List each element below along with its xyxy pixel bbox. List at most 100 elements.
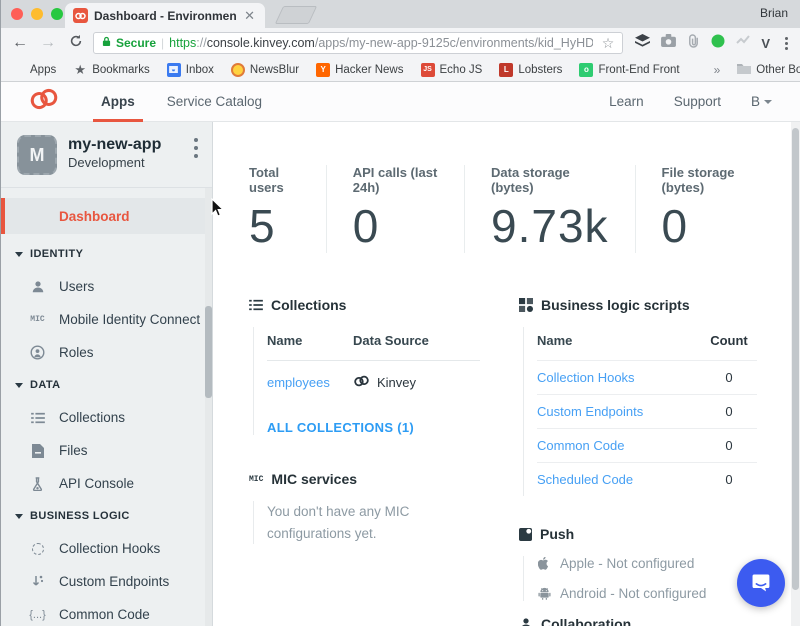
sidebar-item-collections[interactable]: Collections (1, 401, 212, 434)
account-menu[interactable]: B (751, 94, 772, 109)
vimium-extension-icon[interactable]: V (761, 36, 770, 51)
mic-empty-message: You don't have any MIC configurations ye… (267, 501, 479, 544)
sidebar-scrollbar-track[interactable] (205, 188, 212, 626)
lobsters-icon: L (499, 63, 513, 77)
intercom-chat-button[interactable] (737, 559, 785, 607)
sidebar-item-collection-hooks[interactable]: Collection Hooks (1, 532, 212, 565)
forward-icon: → (37, 35, 59, 51)
minimize-window-button[interactable] (31, 8, 43, 20)
page-scrollbar-track[interactable] (791, 122, 800, 626)
chrome-menu-icon[interactable] (781, 37, 792, 50)
endpoints-icon (29, 575, 46, 589)
sidebar-item-common-code[interactable]: Common Code (1, 598, 212, 626)
nav-support[interactable]: Support (674, 94, 721, 109)
table-row: employees Kinvey (267, 361, 480, 404)
app-options-icon[interactable] (194, 138, 198, 158)
green-dot-extension-icon[interactable] (711, 34, 725, 53)
sidebar-scrollbar-thumb[interactable] (205, 306, 212, 398)
col-header-name: Name (537, 333, 701, 348)
camera-extension-icon[interactable] (661, 34, 676, 52)
lock-icon (102, 34, 111, 52)
col-header-data-source: Data Source (353, 333, 429, 348)
bookmark-front-end-front[interactable]: o Front-End Front (579, 63, 679, 77)
collection-link-employees[interactable]: employees (267, 375, 330, 390)
roles-icon (29, 345, 46, 360)
layers-extension-icon[interactable] (635, 34, 650, 53)
nav-tab-service-catalog[interactable]: Service Catalog (151, 82, 278, 122)
close-window-button[interactable] (11, 8, 23, 20)
paperclip-extension-icon[interactable] (687, 34, 700, 53)
newsblur-icon (231, 63, 245, 77)
table-row: Custom Endpoints 0 (537, 395, 757, 429)
stat-data-storage: Data storage (bytes) 9.73k (464, 165, 635, 253)
apple-icon (537, 557, 551, 571)
sidebar-item-api-console[interactable]: API Console (1, 467, 212, 500)
browser-toolbar: ← → Secure | https://console.kinvey.com/… (1, 28, 800, 58)
tab-close-icon[interactable]: ✕ (242, 8, 257, 24)
kinvey-logo-icon[interactable] (29, 88, 59, 115)
url-text[interactable]: https://console.kinvey.com/apps/my-new-a… (169, 36, 593, 50)
back-icon[interactable]: ← (9, 35, 31, 51)
link-scheduled-code[interactable]: Scheduled Code (537, 472, 633, 487)
tab-title: Dashboard - Environment (94, 9, 236, 23)
sidebar-item-users[interactable]: Users (1, 270, 212, 303)
bookmark-bookmarks[interactable]: ★ Bookmarks (73, 63, 150, 77)
flask-icon (29, 477, 46, 491)
bookmark-star-icon[interactable]: ☆ (602, 35, 615, 52)
bookmark-newsblur[interactable]: NewsBlur (231, 63, 299, 77)
sidebar-item-roles[interactable]: Roles (1, 336, 212, 369)
stat-total-users: Total users 5 (249, 165, 326, 253)
chevron-down-icon (764, 100, 772, 104)
mic-icon (29, 315, 46, 324)
url-divider: | (161, 36, 164, 50)
sidebar-section-business-logic[interactable]: BUSINESS LOGIC (1, 500, 212, 532)
browser-profile-name[interactable]: Brian (760, 6, 788, 20)
android-icon (537, 587, 551, 600)
collections-section: Collections Name Data Source employees (249, 297, 519, 435)
stat-api-calls: API calls (last 24h) 0 (326, 165, 464, 253)
refresh-icon[interactable] (65, 34, 87, 52)
link-collection-hooks[interactable]: Collection Hooks (537, 370, 635, 385)
bookmark-lobsters[interactable]: L Lobsters (499, 63, 562, 77)
link-common-code[interactable]: Common Code (537, 438, 624, 453)
extension-icons: V (635, 34, 792, 53)
bookmark-echo-js[interactable]: JS Echo JS (421, 63, 483, 77)
browser-tab[interactable]: Dashboard - Environment ✕ (65, 3, 265, 28)
other-bookmarks[interactable]: Other Bookmarks (737, 63, 800, 77)
mouse-cursor (211, 198, 226, 224)
page-scrollbar-thumb[interactable] (792, 128, 799, 590)
business-logic-table: Name Count Collection Hooks 0 Custom End… (537, 327, 757, 496)
app-card[interactable]: M my-new-app Development (1, 122, 212, 188)
nav-tab-apps[interactable]: Apps (85, 82, 151, 122)
hooks-icon (29, 543, 46, 555)
sidebar-item-files[interactable]: Files (1, 434, 212, 467)
bookmark-inbox[interactable]: Inbox (167, 63, 214, 77)
stats-row: Total users 5 API calls (last 24h) 0 Dat… (249, 165, 776, 253)
sidebar-item-custom-endpoints[interactable]: Custom Endpoints (1, 565, 212, 598)
url-bar[interactable]: Secure | https://console.kinvey.com/apps… (93, 32, 623, 54)
secure-label[interactable]: Secure (116, 36, 156, 50)
folder-icon (737, 63, 751, 77)
faded-extension-icon[interactable] (736, 34, 750, 52)
new-tab-button[interactable] (275, 6, 317, 24)
col-header-name: Name (267, 333, 353, 348)
kinvey-favicon-icon (73, 8, 88, 23)
sidebar-item-mobile-identity-connect[interactable]: Mobile Identity Connect (1, 303, 212, 336)
sidebar-section-identity[interactable]: IDENTITY (1, 238, 212, 270)
tab-strip: Dashboard - Environment ✕ Brian (1, 0, 800, 28)
all-collections-link[interactable]: ALL COLLECTIONS (1) (267, 420, 519, 435)
push-icon (519, 528, 532, 541)
zoom-window-button[interactable] (51, 8, 63, 20)
app-avatar: M (17, 135, 57, 175)
front-end-front-icon: o (579, 63, 593, 77)
sidebar-item-dashboard[interactable]: Dashboard (1, 198, 212, 234)
bookmarks-overflow-icon[interactable]: » (714, 63, 721, 77)
link-custom-endpoints[interactable]: Custom Endpoints (537, 404, 643, 419)
mic-services-title: MIC services (271, 471, 357, 487)
bookmark-apps[interactable]: Apps (11, 63, 56, 77)
bookmark-hacker-news[interactable]: Y Hacker News (316, 63, 403, 77)
col-header-count: Count (701, 333, 757, 348)
triangle-down-icon (15, 514, 23, 519)
sidebar-section-data[interactable]: DATA (1, 369, 212, 401)
nav-learn[interactable]: Learn (609, 94, 644, 109)
